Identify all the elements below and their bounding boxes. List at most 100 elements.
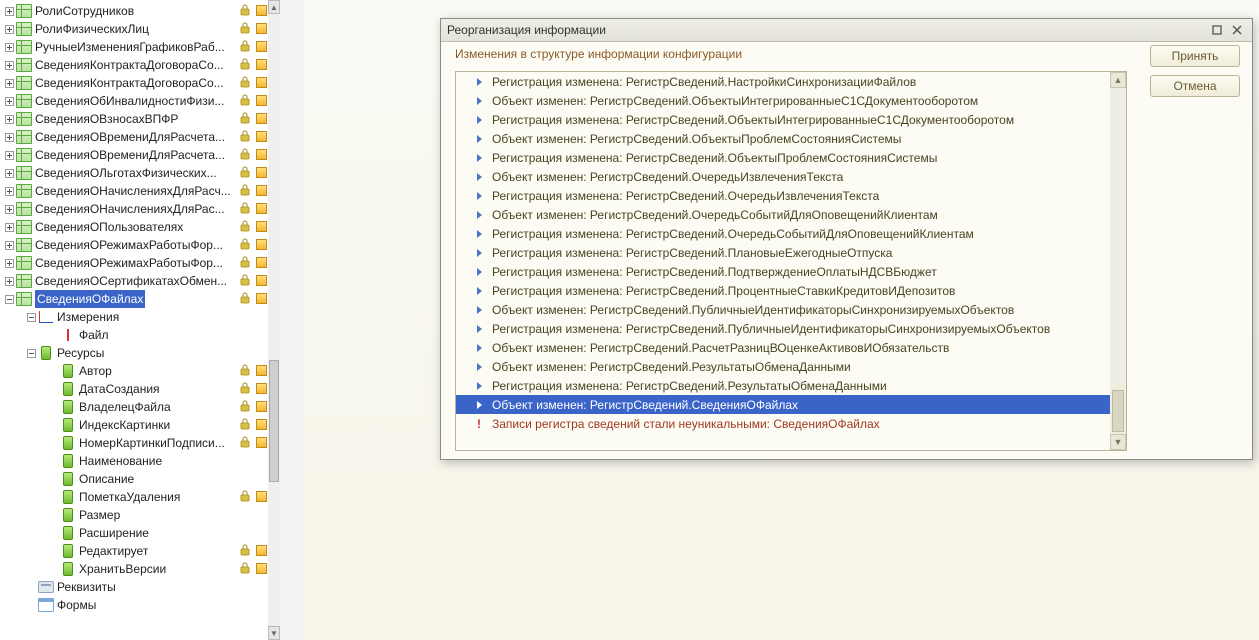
collapse-icon[interactable] <box>2 292 16 306</box>
expand-icon[interactable] <box>2 94 16 108</box>
expand-icon[interactable] <box>2 22 16 36</box>
expand-icon[interactable] <box>2 58 16 72</box>
expand-icon[interactable] <box>2 184 16 198</box>
expand-icon[interactable] <box>2 274 16 288</box>
tree-item[interactable]: Формы <box>0 596 280 614</box>
close-button[interactable] <box>1228 22 1246 38</box>
accept-button[interactable]: Принять <box>1150 45 1240 67</box>
resgrp-icon <box>38 346 54 360</box>
tree-item[interactable]: СведенияОВремениДляРасчета... <box>0 128 280 146</box>
tree-item[interactable]: РолиСотрудников <box>0 2 280 20</box>
change-row[interactable]: Регистрация изменена: РегистрСведений.Пл… <box>456 243 1110 262</box>
expand-icon[interactable] <box>2 112 16 126</box>
change-row[interactable]: Объект изменен: РегистрСведений.ОчередьС… <box>456 205 1110 224</box>
scroll-down-button[interactable]: ▼ <box>268 626 280 640</box>
tree-item[interactable]: СведенияОНачисленияхДляРас... <box>0 200 280 218</box>
tree-item[interactable]: СведенияОСертификатахОбмен... <box>0 272 280 290</box>
tree-item[interactable]: ИндексКартинки <box>0 416 280 434</box>
tree-item[interactable]: СведенияОПользователях <box>0 218 280 236</box>
change-row[interactable]: Регистрация изменена: РегистрСведений.Об… <box>456 148 1110 167</box>
tree-item[interactable]: ХранитьВерсии <box>0 560 280 578</box>
change-row[interactable]: Объект изменен: РегистрСведений.РасчетРа… <box>456 338 1110 357</box>
dialog-titlebar[interactable]: Реорганизация информации <box>441 19 1252 42</box>
tree-item[interactable]: СведенияОВзносахВПФР <box>0 110 280 128</box>
tree-item[interactable]: СведенияОЛьготахФизических... <box>0 164 280 182</box>
tree-item[interactable]: Автор <box>0 362 280 380</box>
maximize-button[interactable] <box>1208 22 1226 38</box>
expand-icon[interactable] <box>2 130 16 144</box>
tree-item[interactable]: СведенияОВремениДляРасчета... <box>0 146 280 164</box>
change-row[interactable]: Регистрация изменена: РегистрСведений.Оч… <box>456 186 1110 205</box>
list-scrollbar[interactable]: ▲ ▼ <box>1110 72 1126 450</box>
arrow-right-icon <box>474 191 484 201</box>
subsystem-cube-icon <box>256 257 266 267</box>
change-row[interactable]: Регистрация изменена: РегистрСведений.Пр… <box>456 281 1110 300</box>
tree-item[interactable]: Расширение <box>0 524 280 542</box>
change-row[interactable]: Регистрация изменена: РегистрСведений.На… <box>456 72 1110 91</box>
tree-item[interactable]: СведенияОРежимахРаботыФор... <box>0 254 280 272</box>
expand-icon[interactable] <box>2 4 16 18</box>
expand-icon[interactable] <box>2 238 16 252</box>
tree-item[interactable]: Наименование <box>0 452 280 470</box>
change-row[interactable]: Объект изменен: РегистрСведений.Результа… <box>456 357 1110 376</box>
change-row[interactable]: Регистрация изменена: РегистрСведений.Ре… <box>456 376 1110 395</box>
scroll-thumb[interactable] <box>269 360 279 482</box>
lock-icon <box>240 94 250 106</box>
change-row[interactable]: Объект изменен: РегистрСведений.ОбъектыП… <box>456 129 1110 148</box>
tree-item-label: Размер <box>79 506 120 524</box>
change-row[interactable]: Регистрация изменена: РегистрСведений.Пу… <box>456 319 1110 338</box>
change-row[interactable]: !Записи регистра сведений стали неуникал… <box>456 414 1110 433</box>
tree-item[interactable]: Описание <box>0 470 280 488</box>
arrow-right-icon <box>474 77 484 87</box>
changes-list[interactable]: Регистрация изменена: РегистрСведений.На… <box>455 71 1127 451</box>
collapse-icon[interactable] <box>24 346 38 360</box>
expand-icon[interactable] <box>2 220 16 234</box>
tree-item-label: СведенияОРежимахРаботыФор... <box>35 236 223 254</box>
config-tree[interactable]: РолиСотрудниковРолиФизическихЛицРучныеИз… <box>0 0 280 616</box>
tree-item[interactable]: Размер <box>0 506 280 524</box>
change-row[interactable]: Объект изменен: РегистрСведений.ОбъектыИ… <box>456 91 1110 110</box>
tree-item[interactable]: ДатаСоздания <box>0 380 280 398</box>
tree-item[interactable]: ПометкаУдаления <box>0 488 280 506</box>
tree-item[interactable]: СведенияОбИнвалидностиФизи... <box>0 92 280 110</box>
tree-item[interactable]: Файл <box>0 326 280 344</box>
tree-item[interactable]: СведенияОНачисленияхДляРасч... <box>0 182 280 200</box>
change-row[interactable]: Регистрация изменена: РегистрСведений.Об… <box>456 110 1110 129</box>
tree-item[interactable]: РолиФизическихЛиц <box>0 20 280 38</box>
tree-item[interactable]: Редактирует <box>0 542 280 560</box>
change-row-text: Объект изменен: РегистрСведений.ОчередьС… <box>492 208 938 222</box>
list-scroll-thumb[interactable] <box>1112 390 1124 432</box>
expand-icon[interactable] <box>2 76 16 90</box>
reorg-dialog: Реорганизация информации Изменения в стр… <box>440 18 1253 460</box>
expand-icon[interactable] <box>2 256 16 270</box>
expand-icon[interactable] <box>2 166 16 180</box>
tree-item-label: СведенияОРежимахРаботыФор... <box>35 254 223 272</box>
cancel-button[interactable]: Отмена <box>1150 75 1240 97</box>
change-row[interactable]: Регистрация изменена: РегистрСведений.По… <box>456 262 1110 281</box>
res-icon <box>60 418 76 432</box>
collapse-icon[interactable] <box>24 310 38 324</box>
tree-item[interactable]: Измерения <box>0 308 280 326</box>
list-scroll-down[interactable]: ▼ <box>1110 434 1126 450</box>
expand-icon[interactable] <box>2 40 16 54</box>
expand-icon[interactable] <box>2 148 16 162</box>
tree-item[interactable]: СведенияКонтрактаДоговораСо... <box>0 56 280 74</box>
tree-item[interactable]: Ресурсы <box>0 344 280 362</box>
tree-item[interactable]: РучныеИзмененияГрафиковРаб... <box>0 38 280 56</box>
list-scroll-up[interactable]: ▲ <box>1110 72 1126 88</box>
change-row-text: Объект изменен: РегистрСведений.ОчередьИ… <box>492 170 843 184</box>
scroll-up-button[interactable]: ▲ <box>268 0 280 14</box>
tree-scrollbar[interactable]: ▲ ▼ <box>268 0 280 640</box>
expand-icon[interactable] <box>2 202 16 216</box>
change-row[interactable]: Регистрация изменена: РегистрСведений.Оч… <box>456 224 1110 243</box>
tree-item-label: СведенияКонтрактаДоговораСо... <box>35 74 224 92</box>
change-row[interactable]: Объект изменен: РегистрСведений.Публичны… <box>456 300 1110 319</box>
tree-item[interactable]: Реквизиты <box>0 578 280 596</box>
tree-item[interactable]: НомерКартинкиПодписи... <box>0 434 280 452</box>
tree-item[interactable]: СведенияКонтрактаДоговораСо... <box>0 74 280 92</box>
tree-item[interactable]: ВладелецФайла <box>0 398 280 416</box>
tree-item[interactable]: СведенияОРежимахРаботыФор... <box>0 236 280 254</box>
tree-item[interactable]: СведенияОФайлах <box>0 290 280 308</box>
change-row[interactable]: Объект изменен: РегистрСведений.ОчередьИ… <box>456 167 1110 186</box>
change-row[interactable]: Объект изменен: РегистрСведений.Сведения… <box>456 395 1110 414</box>
